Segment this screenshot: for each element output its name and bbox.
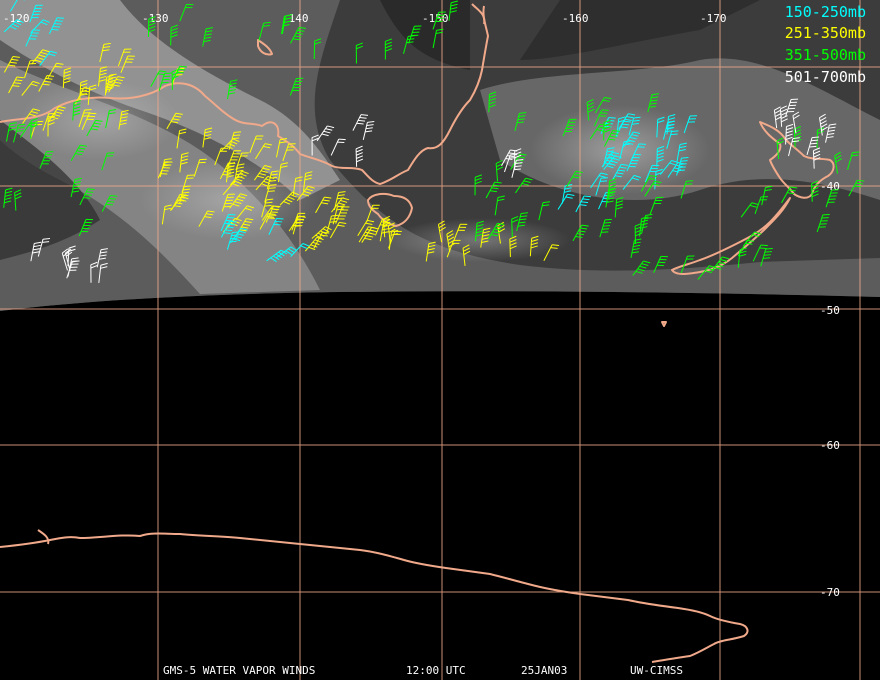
latitude-label: -70 xyxy=(820,586,840,599)
legend-item-501-700mb: 501-700mb xyxy=(784,68,866,86)
legend-item-150-250mb: 150-250mb xyxy=(784,3,866,21)
longitude-label: -130 xyxy=(142,12,169,25)
antarctica-coast xyxy=(0,532,749,663)
island xyxy=(661,321,667,327)
water-vapor-map: -120 -130 -140 -150 -160 -170 -40 -50 -6… xyxy=(0,0,880,680)
footer-product: GMS-5 WATER VAPOR WINDS xyxy=(163,664,316,677)
legend-item-251-350mb: 251-350mb xyxy=(784,24,866,42)
footer-time: 12:00 UTC xyxy=(406,664,466,677)
latitude-label: -40 xyxy=(820,180,840,193)
longitude-label: -170 xyxy=(700,12,727,25)
footer-date: 25JAN03 xyxy=(521,664,568,677)
longitude-label: -160 xyxy=(562,12,589,25)
legend-item-351-500mb: 351-500mb xyxy=(784,46,866,64)
latitude-label: -50 xyxy=(820,304,840,317)
latitude-label: -60 xyxy=(820,439,840,452)
footer-source: UW-CIMSS xyxy=(630,664,683,677)
satellite-imagery xyxy=(0,0,880,311)
